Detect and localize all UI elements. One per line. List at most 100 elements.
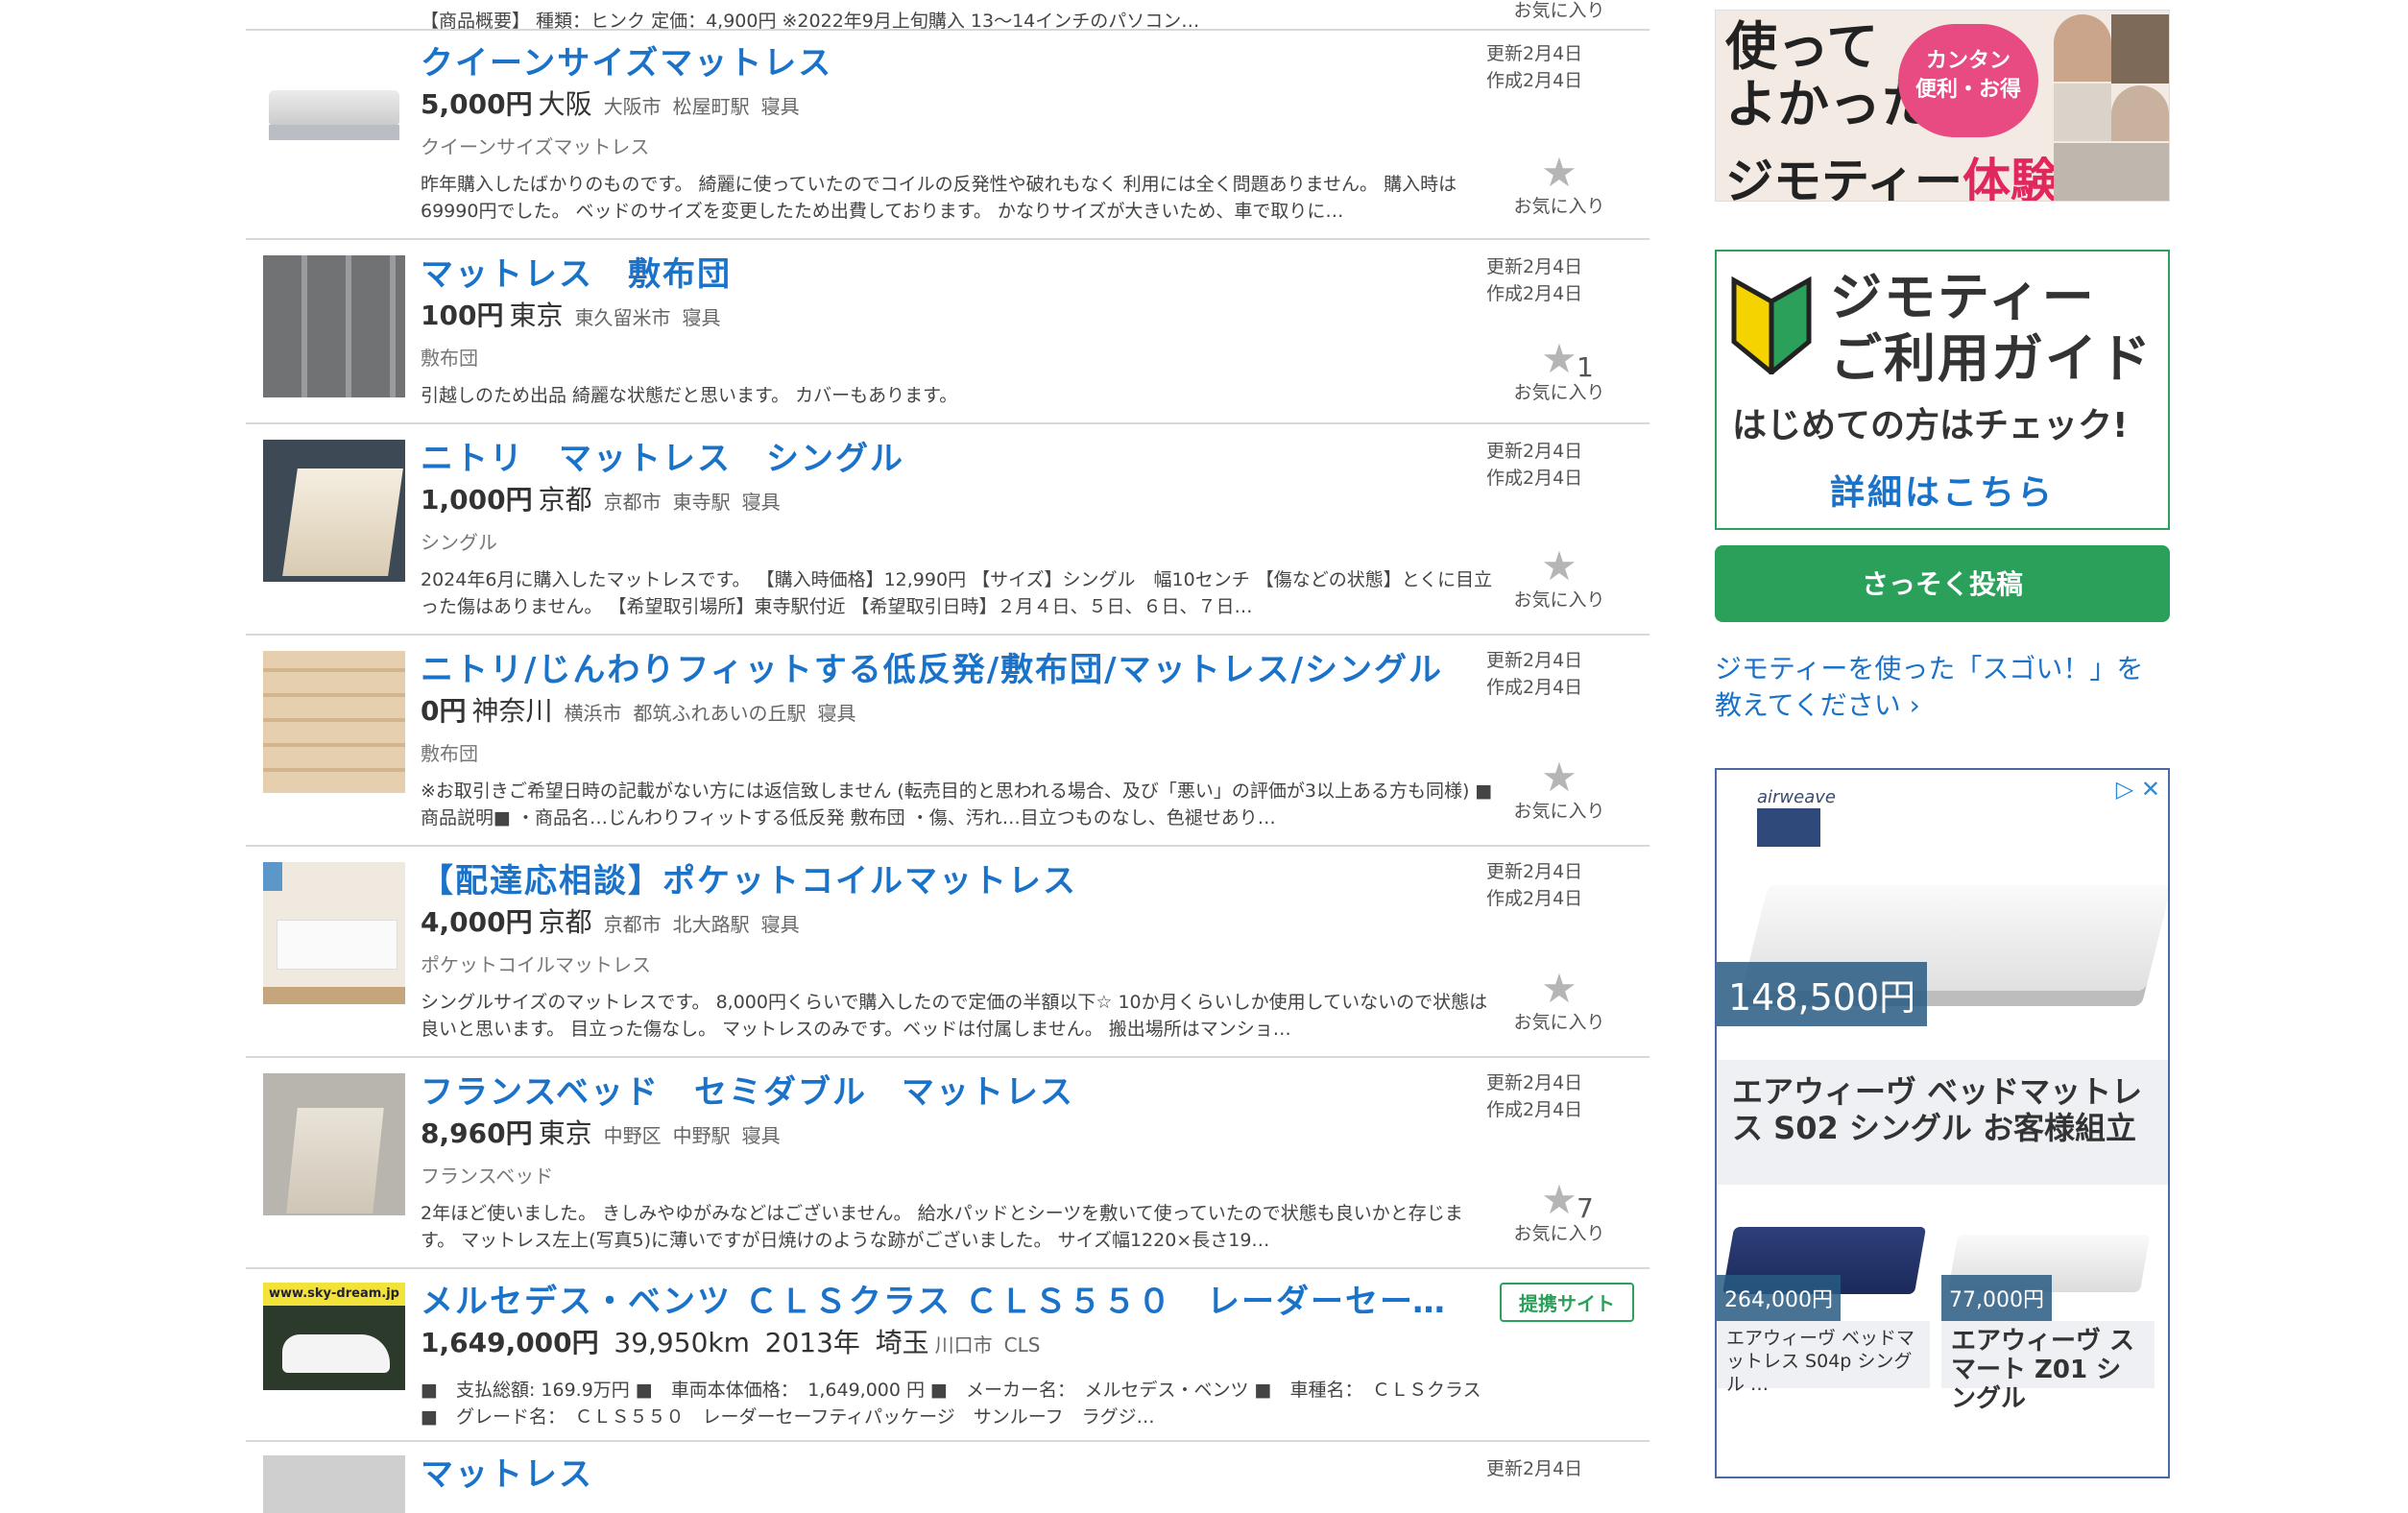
ad-main-title[interactable]: エアウィーヴ ベッドマットレス S02 シングル お客様組立 [1717,1060,2168,1185]
favorite-button[interactable]: お気に入り [1502,0,1617,22]
item-model: CLS [1003,1333,1041,1357]
guide-title: ジモティー ご利用ガイド [1830,267,2153,389]
airweave-ad[interactable]: airweave ▷ ✕ 148,500円 エアウィーヴ ベッドマットレス S0… [1715,768,2170,1478]
item-city[interactable]: 中野区 [604,1124,662,1147]
list-item-fragment-top[interactable]: 【商品概要】 種類：ヒンク 定価：4,900円 ※2022年9月上旬購入 13〜… [246,0,1649,32]
item-subcategory: ポケットコイルマットレス [421,953,651,976]
item-title[interactable]: ニトリ マットレス シングル [421,440,1477,478]
item-city[interactable]: 横浜市 [565,702,622,725]
price-row: 1,649,000円 39,950km 2013年 埼玉 川口市 CLS [421,1327,1496,1361]
item-city[interactable]: 京都市 [604,913,662,936]
item-title[interactable]: 【配達応相談】ポケットコイルマットレス [421,862,1477,901]
item-category[interactable]: 寝具 [761,95,800,118]
post-button[interactable]: さっそく投稿 [1715,545,2170,622]
item-thumbnail[interactable] [263,862,405,1004]
partner-list-item[interactable]: www.sky-dream.jp メルセデス・ベンツ ＣＬＳクラス ＣＬＳ５５０… [246,1269,1649,1442]
price-row: 100円 東京 東久留米市 寝具 [421,300,1496,334]
item-area: 東京 [509,300,564,331]
item-price: 100円 [421,300,504,331]
favorite-label: お気に入り [1513,1223,1605,1244]
star-icon: ★ [1541,754,1577,801]
item-thumbnail[interactable]: www.sky-dream.jp [263,1283,405,1390]
price-row: 0円 神奈川 横浜市 都筑ふれあいの丘駅 寝具 [421,695,1496,730]
created-date: 作成2月4日 [1486,468,1583,489]
favorite-label: お気に入り [1513,589,1605,611]
updated-date: 更新2月4日 [1486,256,1583,277]
item-thumbnail[interactable] [263,1455,405,1513]
list-item-fragment-bottom[interactable]: マットレス 更新2月4日 [246,1442,1649,1513]
updated-date: 更新2月4日 [1486,1072,1583,1093]
favorite-button[interactable]: ★ お気に入り [1502,546,1617,612]
item-station[interactable]: 北大路駅 [673,913,750,936]
item-title[interactable]: ニトリ/じんわりフィットする低反発/敷布団/マットレス/シングル [421,651,1477,689]
item-dates: 更新2月4日 作成2月4日 [1486,1069,1601,1123]
item-title[interactable]: フランスベッド セミダブル マットレス [421,1073,1477,1112]
item-title[interactable]: クイーンサイズマットレス [421,44,1477,83]
item-station[interactable]: 中野駅 [673,1124,731,1147]
experience-banner[interactable]: 使って よかった ジモティー体験談 カンタン 便利・お得 [1715,10,2170,202]
banner-photo [2054,84,2111,141]
item-city[interactable]: 東久留米市 [574,306,670,329]
list-item[interactable]: 【配達応相談】ポケットコイルマットレス 4,000円 京都 京都市 北大路駅 寝具 ポケ… [246,847,1649,1058]
item-area: 大阪 [538,88,592,120]
item-area: 神奈川 [471,695,553,727]
item-category[interactable]: 寝具 [682,306,720,329]
ad-product-card[interactable]: 77,000円 エアウィーヴ スマート Z01 シングル [1941,1192,2155,1471]
favorite-label: お気に入り [1513,382,1605,403]
list-item[interactable]: クイーンサイズマットレス 5,000円 大阪 大阪市 松屋町駅 寝具 クイーンサイズマッ… [246,29,1649,240]
item-thumbnail[interactable] [263,440,405,582]
list-item[interactable]: フランスベッド セミダブル マットレス 8,960円 東京 中野区 中野駅 寝具 フラン… [246,1058,1649,1269]
item-station[interactable]: 松屋町駅 [673,95,750,118]
item-subcategory: 敷布団 [421,347,478,370]
updated-date: 更新2月4日 [1486,441,1583,462]
ad-card-price: 264,000円 [1717,1275,1841,1321]
favorite-count: 7 [1577,1192,1594,1224]
item-category[interactable]: 寝具 [742,491,781,514]
created-date: 作成2月4日 [1486,283,1583,304]
item-city[interactable]: 京都市 [604,491,662,514]
created-date: 作成2月4日 [1486,70,1583,91]
created-date: 作成2月4日 [1486,677,1583,698]
created-date: 作成2月4日 [1486,888,1583,909]
sugoi-feedback-link[interactable]: ジモティーを使った「スゴい！」を教えてください › [1715,651,2170,724]
ad-card-title: エアウィーヴ ベッドマットレス S04p シングル … [1717,1321,1930,1395]
item-city[interactable]: 大阪市 [604,95,662,118]
ad-choices-icon[interactable]: ▷ ✕ [2116,776,2160,803]
favorite-button[interactable]: ★ お気に入り [1502,153,1617,218]
item-category[interactable]: 寝具 [761,913,800,936]
item-thumbnail[interactable] [263,42,405,184]
ad-product-card[interactable]: 264,000円 エアウィーヴ ベッドマットレス S04p シングル … [1717,1192,1930,1471]
price-row: 8,960円 東京 中野区 中野駅 寝具 [421,1117,1496,1152]
updated-date: 更新2月4日 [1486,650,1583,671]
guide-check-text: はじめての方はチェック! [1732,406,2129,445]
item-title[interactable]: マットレス [421,1455,1477,1494]
favorite-button[interactable]: ★ 7 お気に入り [1502,1180,1617,1245]
item-subcategory: 敷布団 [421,742,478,765]
item-area: 埼玉 [875,1327,929,1358]
item-station[interactable]: 東寺駅 [673,491,731,514]
item-thumbnail[interactable] [263,651,405,793]
list-item[interactable]: ニトリ マットレス シングル 1,000円 京都 京都市 東寺駅 寝具 シングル 202… [246,424,1649,636]
favorite-button[interactable]: ★ 1 お気に入り [1502,335,1617,404]
item-area: 京都 [538,906,592,938]
item-category[interactable]: 寝具 [818,702,856,725]
item-category[interactable]: 寝具 [742,1124,781,1147]
item-thumbnail[interactable] [263,1073,405,1215]
list-item[interactable]: ニトリ/じんわりフィットする低反発/敷布団/マットレス/シングル 0円 神奈川 横浜… [246,636,1649,847]
favorite-button[interactable]: ★ お気に入り [1502,754,1617,823]
item-price: 1,649,000円 [421,1327,599,1358]
updated-date: 更新2月4日 [1486,1458,1583,1479]
ad-brand-logo [1757,808,1820,847]
item-station[interactable]: 都筑ふれあいの丘駅 [634,702,807,725]
list-item[interactable]: マットレス 敷布団 100円 東京 東久留米市 寝具 敷布団 引越しのため出品 綺麗な… [246,240,1649,424]
star-icon: ★ [1541,335,1577,382]
item-title[interactable]: マットレス 敷布団 [421,255,1477,294]
item-description: 昨年購入したばかりのものです。 綺麗に使っていたのでコイルの反発性や破れもなく … [421,174,1457,222]
ad-card-price: 77,000円 [1941,1275,2052,1321]
ad-main-price: 148,500円 [1717,962,1928,1026]
user-guide-banner[interactable]: ジモティー ご利用ガイド はじめての方はチェック! 詳細はこちら [1715,250,2170,530]
item-thumbnail[interactable] [263,255,405,397]
item-title[interactable]: メルセデス・ベンツ ＣＬＳクラス ＣＬＳ５５０ レーダーセーフテ… [421,1283,1477,1321]
guide-detail-link[interactable]: 詳細はこちら [1717,465,2168,515]
favorite-button[interactable]: ★ お気に入り [1502,969,1617,1034]
